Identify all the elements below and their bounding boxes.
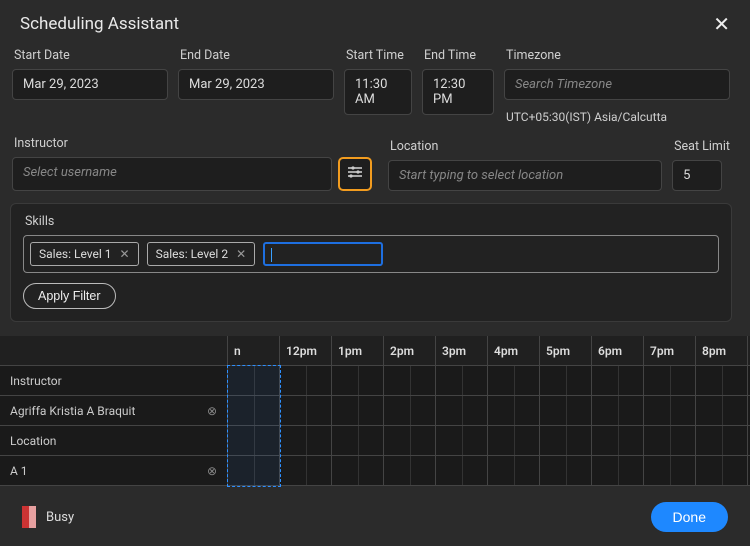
start-date-label: Start Date <box>12 48 168 63</box>
hour-header: n <box>228 336 280 366</box>
grid-cell[interactable] <box>384 426 436 456</box>
grid-cell[interactable] <box>228 456 280 486</box>
busy-swatch-icon <box>22 506 36 528</box>
grid-cell[interactable] <box>696 426 748 456</box>
remove-row-icon[interactable]: ⊗ <box>207 464 217 478</box>
grid-cell[interactable] <box>644 396 696 426</box>
grid-cell[interactable] <box>280 426 332 456</box>
location-input[interactable]: Start typing to select location <box>388 160 662 191</box>
grid-cell[interactable] <box>436 426 488 456</box>
grid-cell[interactable] <box>332 366 384 396</box>
skill-chip-label: Sales: Level 2 <box>156 247 229 261</box>
close-icon[interactable]: ✕ <box>713 14 730 34</box>
start-date-input[interactable]: Mar 29, 2023 <box>12 69 168 100</box>
grid-cell[interactable] <box>488 396 540 426</box>
grid-cell[interactable] <box>332 456 384 486</box>
grid-cell[interactable] <box>384 366 436 396</box>
skill-chip[interactable]: Sales: Level 2 ✕ <box>147 242 256 266</box>
skill-chip[interactable]: Sales: Level 1 ✕ <box>30 242 139 266</box>
grid-cell[interactable] <box>592 396 644 426</box>
timezone-label: Timezone <box>504 48 730 63</box>
grid-cell[interactable] <box>436 396 488 426</box>
dialog-title: Scheduling Assistant <box>20 14 179 34</box>
instructor-filter-button[interactable] <box>338 157 372 191</box>
grid-cell[interactable] <box>384 396 436 426</box>
grid-cell[interactable] <box>436 366 488 396</box>
grid-cell[interactable] <box>228 366 280 396</box>
end-date-input[interactable]: Mar 29, 2023 <box>178 69 334 100</box>
grid-cell[interactable] <box>540 366 592 396</box>
grid-cell[interactable] <box>696 456 748 486</box>
grid-cell[interactable] <box>488 426 540 456</box>
grid-cell[interactable] <box>592 366 644 396</box>
busy-legend-label: Busy <box>46 510 74 525</box>
grid-row-label: Instructor <box>0 366 228 396</box>
hour-header: 7pm <box>644 336 696 366</box>
instructor-label: Instructor <box>12 136 378 151</box>
grid-row-label: A 1⊗ <box>0 456 228 486</box>
hour-header: 6pm <box>592 336 644 366</box>
instructor-input[interactable]: Select username <box>12 157 332 191</box>
grid-cell[interactable] <box>644 426 696 456</box>
hour-header: 3pm <box>436 336 488 366</box>
grid-cell[interactable] <box>488 366 540 396</box>
remove-chip-icon[interactable]: ✕ <box>120 247 130 261</box>
grid-cell[interactable] <box>384 456 436 486</box>
apply-filter-button[interactable]: Apply Filter <box>23 283 116 309</box>
grid-cell[interactable] <box>436 456 488 486</box>
location-label: Location <box>388 139 662 154</box>
seat-limit-input[interactable]: 5 <box>672 160 722 191</box>
grid-cell[interactable] <box>280 456 332 486</box>
hour-header: 2pm <box>384 336 436 366</box>
sliders-icon <box>347 164 363 184</box>
remove-chip-icon[interactable]: ✕ <box>236 247 246 261</box>
grid-cell[interactable] <box>280 396 332 426</box>
remove-row-icon[interactable]: ⊗ <box>207 404 217 418</box>
grid-cell[interactable] <box>488 456 540 486</box>
end-time-input[interactable]: 12:30 PM <box>422 69 494 115</box>
skills-chip-input[interactable]: Sales: Level 1 ✕ Sales: Level 2 ✕ <box>23 235 719 273</box>
grid-cell[interactable] <box>696 366 748 396</box>
end-time-label: End Time <box>422 48 494 63</box>
grid-cell[interactable] <box>644 366 696 396</box>
grid-cell[interactable] <box>540 396 592 426</box>
grid-row-label: Agriffa Kristia A Braquit⊗ <box>0 396 228 426</box>
done-button[interactable]: Done <box>651 502 728 532</box>
skills-label: Skills <box>23 214 719 229</box>
end-date-label: End Date <box>178 48 334 63</box>
seat-limit-label: Seat Limit <box>672 139 730 154</box>
skill-text-input[interactable] <box>263 242 383 266</box>
start-time-input[interactable]: 11:30 AM <box>344 69 412 115</box>
grid-cell[interactable] <box>696 396 748 426</box>
grid-cell[interactable] <box>280 366 332 396</box>
grid-cell[interactable] <box>228 396 280 426</box>
grid-cell[interactable] <box>540 456 592 486</box>
grid-cell[interactable] <box>228 426 280 456</box>
grid-cell[interactable] <box>332 396 384 426</box>
hour-header: 8pm <box>696 336 748 366</box>
timezone-input[interactable]: Search Timezone <box>504 69 730 100</box>
start-time-label: Start Time <box>344 48 412 63</box>
grid-cell[interactable] <box>592 456 644 486</box>
timezone-help: UTC+05:30(IST) Asia/Calcutta <box>504 106 730 124</box>
grid-cell[interactable] <box>644 456 696 486</box>
hour-header: 5pm <box>540 336 592 366</box>
grid-cell[interactable] <box>540 426 592 456</box>
skill-chip-label: Sales: Level 1 <box>39 247 112 261</box>
grid-cell[interactable] <box>332 426 384 456</box>
grid-row-label: Location <box>0 426 228 456</box>
grid-cell[interactable] <box>592 426 644 456</box>
hour-header: 12pm <box>280 336 332 366</box>
hour-header: 4pm <box>488 336 540 366</box>
scheduling-grid[interactable]: n12pm1pm2pm3pm4pm5pm6pm7pm8pm9pmInstruct… <box>0 336 750 490</box>
hour-header: 1pm <box>332 336 384 366</box>
